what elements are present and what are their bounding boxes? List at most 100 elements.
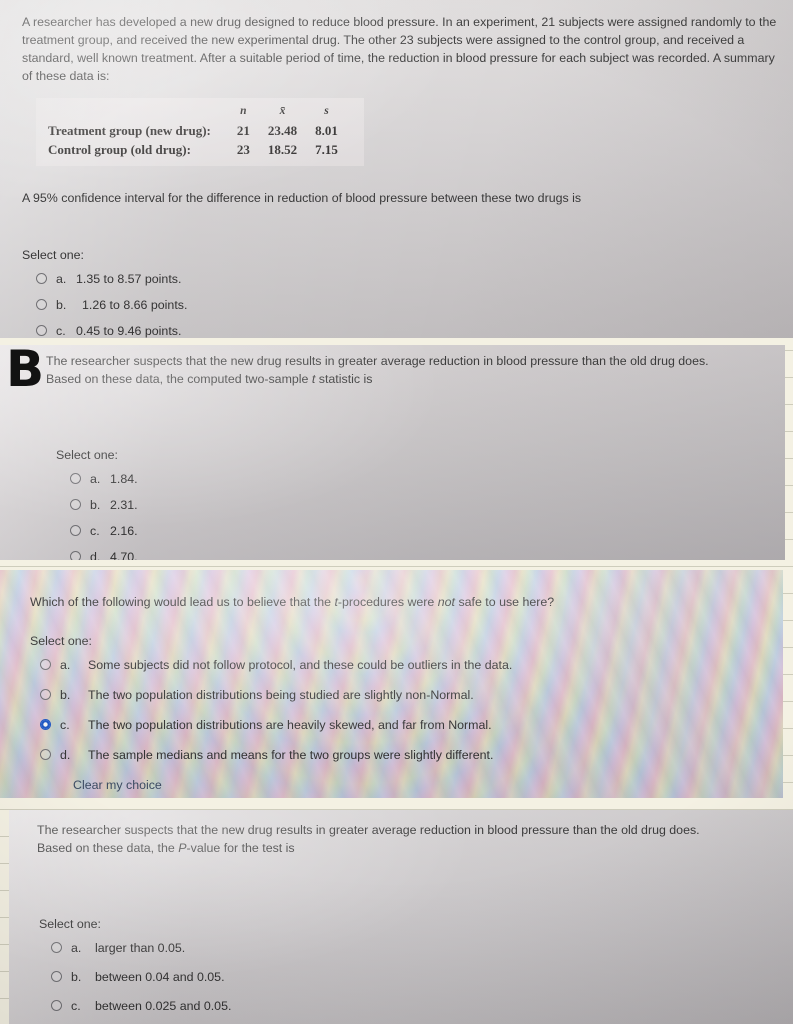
q3-stem-b: -procedures were	[337, 595, 438, 609]
q1-option-a[interactable]: a. 1.35 to 8.57 points.	[22, 271, 779, 289]
table-row: Control group (old drug): 23 18.52 7.15	[48, 141, 348, 161]
option-text: 1.35 to 8.57 points.	[76, 272, 182, 287]
option-text: 2.31.	[110, 497, 138, 512]
q2-select-one-label: Select one:	[56, 447, 118, 462]
q4-option-a[interactable]: a. larger than 0.05.	[37, 940, 783, 958]
q4-stem-p-symbol: P	[178, 840, 187, 855]
header-xbar: x̄	[279, 104, 286, 117]
row-xbar: 18.52	[267, 142, 298, 158]
option-letter: b.	[90, 497, 101, 512]
q3-stem: Which of the following would lead us to …	[30, 594, 773, 612]
question-3-panel: Which of the following would lead us to …	[0, 570, 783, 798]
option-text: larger than 0.05.	[95, 940, 186, 955]
q1-stem-part2: A 95% confidence interval for the differ…	[22, 191, 582, 206]
option-text: The two population distributions are hea…	[88, 717, 492, 732]
q3-option-c[interactable]: c. The two population distributions are …	[30, 717, 773, 735]
option-letter: b.	[60, 687, 71, 702]
radio-icon-selected[interactable]	[40, 718, 51, 730]
option-letter: a.	[71, 940, 82, 955]
option-letter: b.	[71, 969, 82, 984]
handwritten-b-annotation: B	[6, 340, 44, 398]
q2-stem-line2: Based on these data, the computed two-sa…	[46, 371, 775, 389]
option-letter: b.	[56, 298, 67, 313]
option-letter: d.	[90, 549, 101, 560]
header-s: s	[324, 104, 329, 117]
q2-option-d[interactable]: d. 4.70.	[46, 549, 775, 560]
question-1-panel: A researcher has developed a new drug de…	[0, 0, 793, 338]
radio-icon[interactable]	[70, 472, 81, 484]
radio-icon[interactable]	[40, 748, 51, 760]
radio-icon[interactable]	[40, 658, 51, 670]
q2-option-b[interactable]: b. 2.31.	[46, 497, 775, 515]
radio-icon[interactable]	[51, 941, 62, 953]
q3-stem-a: Which of the following would lead us to …	[30, 595, 335, 609]
q3-option-b[interactable]: b. The two population distributions bein…	[30, 687, 773, 705]
radio-icon[interactable]	[36, 273, 47, 285]
option-letter: a.	[90, 471, 101, 486]
option-text: 1.26 to 8.66 points.	[82, 298, 188, 313]
screen-photo: A researcher has developed a new drug de…	[0, 0, 793, 1024]
q4-option-b[interactable]: b. between 0.04 and 0.05.	[37, 969, 783, 987]
option-text: between 0.04 and 0.05.	[95, 969, 225, 984]
row-s: 8.01	[315, 122, 338, 138]
radio-icon[interactable]	[70, 498, 81, 510]
option-letter: a.	[60, 657, 71, 672]
radio-icon[interactable]	[70, 550, 81, 560]
radio-icon[interactable]	[51, 999, 62, 1011]
option-text: The sample medians and means for the two…	[88, 747, 494, 762]
header-blank	[48, 103, 237, 122]
q1-select-one-label: Select one:	[22, 248, 84, 263]
row-n: 23	[236, 142, 250, 158]
row-label: Treatment group (new drug):	[48, 122, 211, 138]
table-row: Treatment group (new drug): 21 23.48 8.0…	[48, 122, 348, 142]
option-letter: c.	[60, 717, 70, 732]
q4-stem-line1: The researcher suspects that the new dru…	[37, 823, 700, 837]
q3-stem-not-emphasis: not	[437, 595, 455, 609]
clear-my-choice-button[interactable]: Clear my choice	[30, 777, 773, 795]
option-text: The two population distributions being s…	[88, 687, 474, 702]
q2-stem-line2-a: Based on these data, the computed two-sa…	[46, 371, 312, 386]
question-2-panel: The researcher suspects that the new dru…	[0, 345, 785, 560]
row-n: 21	[236, 122, 250, 138]
radio-icon[interactable]	[36, 299, 47, 311]
radio-icon[interactable]	[36, 325, 47, 337]
option-text: 2.16.	[110, 523, 138, 538]
q3-select-one-label: Select one:	[30, 633, 92, 648]
option-text: between 0.025 and 0.05.	[95, 998, 232, 1013]
option-text: 1.84.	[110, 471, 138, 486]
q2-option-a[interactable]: a. 1.84.	[46, 471, 775, 489]
option-letter: d.	[60, 747, 71, 762]
q4-stem-line2: Based on these data, the P-value for the…	[37, 840, 783, 858]
q2-stem-line2-b: statistic is	[315, 371, 373, 386]
row-s: 7.15	[315, 142, 338, 158]
option-letter: c.	[71, 998, 81, 1013]
option-letter: c.	[56, 324, 66, 338]
q1-summary-table-wrap: n x̄ s Treatment group (new drug): 21 23…	[36, 97, 364, 167]
q3-option-a[interactable]: a. Some subjects did not follow protocol…	[30, 657, 773, 675]
q4-select-one-label: Select one:	[39, 916, 101, 931]
q3-option-d[interactable]: d. The sample medians and means for the …	[30, 747, 773, 765]
question-4-panel: The researcher suspects that the new dru…	[9, 810, 793, 1024]
option-text: Some subjects did not follow protocol, a…	[88, 657, 513, 672]
radio-icon[interactable]	[70, 524, 81, 536]
q1-summary-table: n x̄ s Treatment group (new drug): 21 23…	[48, 103, 348, 161]
option-letter: c.	[90, 523, 100, 538]
row-label: Control group (old drug):	[48, 142, 191, 158]
header-n: n	[240, 104, 247, 117]
row-xbar: 23.48	[267, 122, 298, 138]
q3-stem-c: safe to use here?	[455, 595, 555, 609]
q2-option-c[interactable]: c. 2.16.	[46, 523, 775, 541]
q4-stem-line2-b: -value for the test is	[186, 840, 295, 855]
option-letter: a.	[56, 272, 67, 287]
option-text: 4.70.	[110, 549, 138, 560]
q1-option-b[interactable]: b. 1.26 to 8.66 points.	[22, 297, 779, 315]
q1-option-c[interactable]: c. 0.45 to 9.46 points.	[22, 323, 779, 338]
q4-option-c[interactable]: c. between 0.025 and 0.05.	[37, 998, 783, 1016]
q4-stem-line2-a: Based on these data, the	[37, 840, 179, 855]
option-text: 0.45 to 9.46 points.	[76, 324, 182, 338]
table-header-row: n x̄ s	[48, 103, 348, 122]
q1-stem-part1: A researcher has developed a new drug de…	[22, 15, 777, 83]
q2-stem-line1: The researcher suspects that the new dru…	[46, 354, 709, 368]
radio-icon[interactable]	[51, 970, 62, 982]
radio-icon[interactable]	[40, 688, 51, 700]
